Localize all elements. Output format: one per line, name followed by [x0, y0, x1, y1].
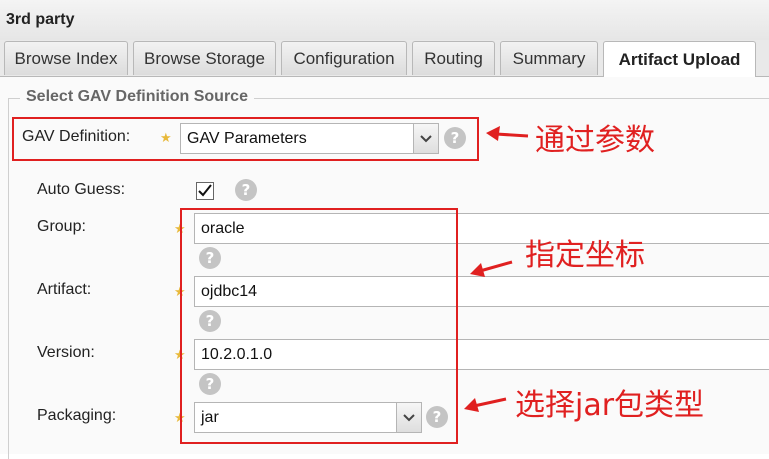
tab-artifact-upload[interactable]: Artifact Upload	[603, 41, 756, 77]
tab-routing[interactable]: Routing	[412, 41, 495, 75]
fieldset-legend: Select GAV Definition Source	[20, 88, 254, 106]
checkmark-icon	[198, 184, 212, 197]
auto-guess-label: Auto Guess:	[37, 181, 126, 198]
annotation-box-gav	[12, 117, 479, 161]
tab-strip: Browse Index Browse Storage Configuratio…	[0, 40, 769, 77]
annotation-specify-coordinates: 指定坐标	[525, 238, 645, 273]
arrow-left-icon	[464, 397, 507, 412]
version-label: Version:	[37, 344, 95, 361]
auto-guess-checkbox[interactable]	[196, 182, 214, 200]
tab-browse-index[interactable]: Browse Index	[4, 41, 128, 75]
arrow-left-icon	[470, 260, 513, 277]
panel-titlebar: 3rd party	[0, 0, 769, 41]
tab-browse-storage[interactable]: Browse Storage	[133, 41, 276, 75]
annotation-by-parameters: 通过参数	[535, 123, 655, 158]
tab-summary[interactable]: Summary	[500, 41, 598, 75]
help-icon[interactable]: ?	[235, 179, 257, 201]
packaging-label: Packaging:	[37, 407, 117, 424]
group-label: Group:	[37, 218, 86, 235]
panel-title: 3rd party	[6, 11, 75, 28]
artifact-label: Artifact:	[37, 281, 92, 298]
arrow-left-icon	[486, 126, 529, 141]
annotation-box-coordinates	[180, 208, 458, 444]
annotation-choose-jar: 选择jar包类型	[515, 388, 705, 423]
tab-configuration[interactable]: Configuration	[281, 41, 407, 75]
